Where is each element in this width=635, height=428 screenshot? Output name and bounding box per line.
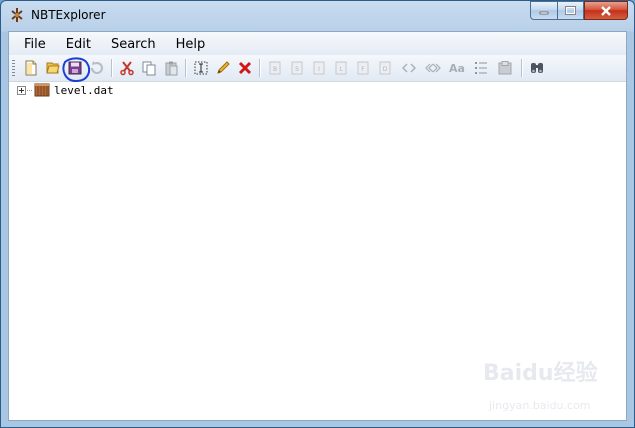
add-int-tag-button[interactable]: I: [309, 58, 329, 78]
close-button[interactable]: [584, 1, 628, 20]
find-button[interactable]: [527, 58, 547, 78]
svg-text:D: D: [383, 66, 388, 73]
copy-button[interactable]: [139, 58, 159, 78]
add-long-tag-button[interactable]: L: [331, 58, 351, 78]
delete-icon: [238, 61, 252, 75]
nbt-file-icon: [34, 83, 50, 97]
watermark-url: jingyan.baidu.com: [489, 399, 591, 412]
edit-icon: [217, 61, 230, 74]
svg-text:Aa: Aa: [449, 62, 465, 75]
menu-edit[interactable]: Edit: [57, 32, 100, 55]
add-byte-array-tag-icon: [402, 63, 416, 73]
add-byte-array-tag-button[interactable]: [399, 58, 419, 78]
svg-text:B: B: [273, 66, 277, 73]
add-list-tag-button[interactable]: [471, 58, 491, 78]
add-long-tag-icon: L: [335, 61, 347, 75]
blue-circle-annotation: [62, 57, 91, 83]
tree-node-label: level.dat: [54, 83, 114, 97]
app-window: NBTExplorer File Edit Search Help B S I …: [0, 0, 635, 428]
svg-text:F: F: [361, 66, 365, 73]
maximize-button[interactable]: [557, 1, 584, 20]
add-double-tag-icon: D: [379, 61, 391, 75]
add-string-tag-button[interactable]: Aa: [447, 58, 467, 78]
expand-icon[interactable]: [17, 85, 26, 95]
svg-text:S: S: [295, 66, 299, 73]
add-byte-tag-button[interactable]: B: [265, 58, 285, 78]
tree-connector: [27, 89, 33, 91]
menu-bar: File Edit Search Help: [9, 32, 626, 55]
toolbar: B S I L F D Aa: [9, 55, 626, 82]
nbtexplorer-logo-icon: [11, 8, 23, 22]
paste-icon: [165, 61, 178, 76]
add-string-tag-icon: Aa: [449, 62, 465, 75]
add-double-tag-button[interactable]: D: [375, 58, 395, 78]
menu-file[interactable]: File: [15, 32, 55, 55]
add-float-tag-button[interactable]: F: [353, 58, 373, 78]
toolbar-separator: [259, 59, 261, 77]
edit-button[interactable]: [213, 58, 233, 78]
window-title: NBTExplorer: [31, 8, 106, 22]
add-float-tag-icon: F: [357, 61, 369, 75]
rename-button[interactable]: [191, 58, 211, 78]
copy-icon: [142, 61, 156, 76]
maximize-icon: [565, 6, 576, 15]
add-short-tag-icon: S: [291, 61, 303, 75]
minimize-button[interactable]: [530, 1, 557, 20]
add-int-tag-icon: I: [313, 61, 325, 75]
menu-search[interactable]: Search: [102, 32, 165, 55]
new-file-icon: [25, 60, 37, 76]
add-list-tag-icon: [475, 62, 487, 74]
add-byte-tag-icon: B: [269, 61, 281, 75]
close-icon: [601, 5, 611, 16]
menu-help[interactable]: Help: [167, 32, 215, 55]
cut-icon: [120, 61, 134, 76]
title-bar[interactable]: NBTExplorer: [1, 1, 634, 31]
paste-button[interactable]: [161, 58, 181, 78]
add-compound-tag-button[interactable]: [495, 58, 515, 78]
delete-button[interactable]: [235, 58, 255, 78]
rename-icon: [194, 61, 208, 75]
add-int-array-tag-button[interactable]: [423, 58, 443, 78]
cut-button[interactable]: [117, 58, 137, 78]
watermark: Baidu经验 jingyan.baidu.com: [483, 355, 603, 415]
add-short-tag-button[interactable]: S: [287, 58, 307, 78]
add-int-array-tag-icon: [425, 63, 441, 73]
add-compound-tag-icon: [498, 61, 512, 75]
toolbar-grip[interactable]: [12, 60, 15, 76]
minimize-icon: [539, 11, 549, 14]
toolbar-separator: [521, 59, 523, 77]
watermark-text: Baidu经验: [483, 361, 598, 386]
tree-node[interactable]: level.dat: [17, 82, 114, 98]
find-icon: [531, 63, 543, 73]
toolbar-separator: [185, 59, 187, 77]
caption-buttons: [530, 1, 628, 21]
new-file-button[interactable]: [21, 58, 41, 78]
toolbar-separator: [111, 59, 113, 77]
svg-text:I: I: [318, 66, 320, 73]
